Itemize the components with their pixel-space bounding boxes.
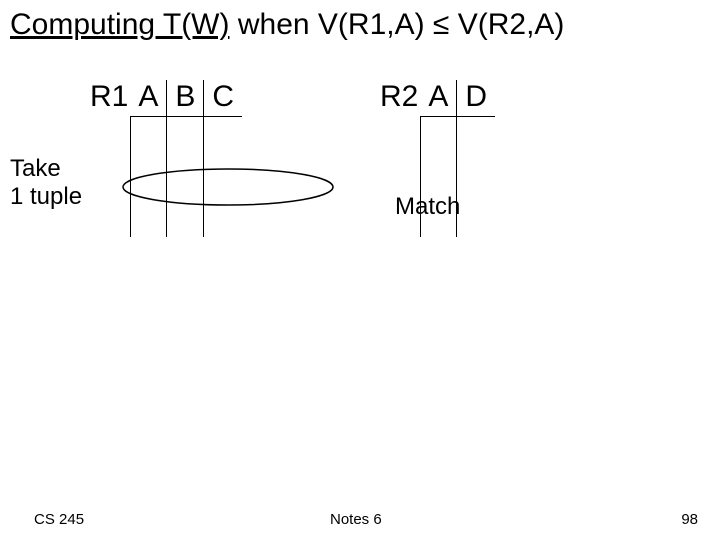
r1-col-0: A <box>130 80 167 117</box>
title-underlined: Computing T(W) <box>10 8 230 41</box>
ellipse-icon <box>118 165 338 225</box>
r1-col-2: C <box>204 80 242 117</box>
slide-title: Computing T(W) when V(R1,A) ≤ V(R2,A) <box>10 8 564 42</box>
notes-label: Notes 6 <box>330 511 382 528</box>
match-label: Match <box>395 193 460 221</box>
r2-col-0: A <box>420 80 457 117</box>
page-number: 98 <box>681 511 698 528</box>
title-rest: when V(R1,A) ≤ V(R2,A) <box>238 8 565 41</box>
r2-col-1: D <box>457 80 495 117</box>
take-tuple-label: Take 1 tuple <box>10 155 82 210</box>
course-code: CS 245 <box>34 511 84 528</box>
slide-root: Computing T(W) when V(R1,A) ≤ V(R2,A) R1… <box>0 0 720 540</box>
r1-name: R1 <box>90 80 130 117</box>
table-row <box>380 117 495 177</box>
r1-col-1: B <box>167 80 204 117</box>
r2-name: R2 <box>380 80 420 117</box>
